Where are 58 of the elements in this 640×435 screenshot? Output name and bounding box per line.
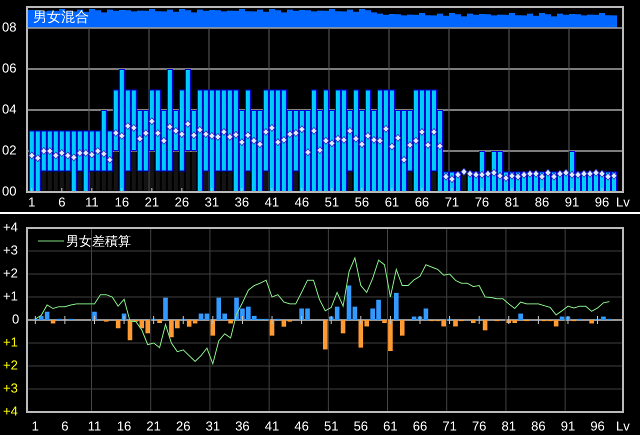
- axis-tick-label: 46: [294, 418, 309, 434]
- axis-tick-label: 66: [412, 418, 428, 434]
- legend-label: 男女差積算: [66, 233, 131, 248]
- axis-tick-label: +2: [3, 265, 18, 280]
- axis-tick-label: 6: [58, 194, 66, 210]
- axis-tick-label: +1: [3, 288, 18, 304]
- axis-tick-label: +3: [3, 242, 18, 258]
- axis-tick-label: 16: [114, 194, 130, 210]
- axis-label: Lv: [616, 194, 630, 210]
- axis-tick-label: 76: [474, 194, 490, 210]
- axis-tick-label: 61: [384, 194, 400, 210]
- axis-tick-label: 04: [2, 101, 16, 116]
- axis-tick-label: 26: [174, 194, 190, 210]
- axis-tick-label: 61: [383, 418, 398, 434]
- axis-tick-label: 36: [234, 194, 250, 210]
- axis-tick-label: 26: [176, 418, 190, 434]
- axis-tick-label: 41: [264, 194, 280, 210]
- axis-tick-label: 00: [2, 183, 16, 198]
- axis-tick-label: 81: [502, 418, 516, 434]
- axis-tick-label: +4: [3, 219, 18, 234]
- axis-tick-label: +4: [3, 403, 18, 418]
- axis-tick-label: 96: [590, 418, 605, 434]
- axis-tick-label: 08: [2, 19, 16, 34]
- axis-label: Lv: [616, 418, 630, 434]
- axis-tick-label: 66: [414, 194, 430, 210]
- axis-tick-label: 86: [534, 194, 550, 210]
- axis-tick-label: 11: [85, 194, 99, 210]
- axis-tick-label: 56: [354, 194, 370, 210]
- axis-tick-label: 71: [444, 194, 460, 210]
- axis-tick-label: 21: [146, 418, 161, 434]
- axis-tick-label: 51: [324, 194, 340, 210]
- axis-tick-label: 41: [264, 418, 280, 434]
- axis-tick-label: 21: [144, 194, 160, 210]
- axis-tick-label: +2: [3, 357, 18, 372]
- axis-tick-label: +1: [3, 334, 18, 350]
- axis-tick-label: 36: [235, 418, 250, 434]
- axis-tick-label: 31: [204, 194, 220, 210]
- axis-tick-label: 0: [12, 311, 20, 326]
- axis-tick-label: 1: [28, 194, 36, 210]
- axis-tick-label: 46: [294, 194, 310, 210]
- axis-tick-label: 96: [594, 194, 610, 210]
- axis-tick-label: 71: [442, 418, 457, 434]
- axis-tick-label: 81: [504, 194, 520, 210]
- axis-tick-label: 91: [560, 418, 576, 434]
- axis-tick-label: 6: [61, 418, 68, 434]
- axis-tick-label: 86: [531, 418, 546, 434]
- axis-tick-label: 06: [2, 60, 16, 76]
- axis-tick-label: 16: [116, 418, 132, 434]
- chart-title: 男女混合: [33, 8, 89, 25]
- axis-tick-label: +3: [3, 380, 18, 396]
- axis-tick-label: 02: [2, 142, 16, 158]
- axis-tick-label: 11: [88, 418, 102, 434]
- axis-tick-label: 56: [354, 418, 368, 434]
- axis-tick-label: 51: [324, 418, 338, 434]
- axis-tick-label: 76: [472, 418, 486, 434]
- axis-tick-label: 91: [564, 194, 580, 210]
- axis-tick-label: 31: [206, 418, 220, 434]
- axis-tick-label: 1: [32, 418, 39, 434]
